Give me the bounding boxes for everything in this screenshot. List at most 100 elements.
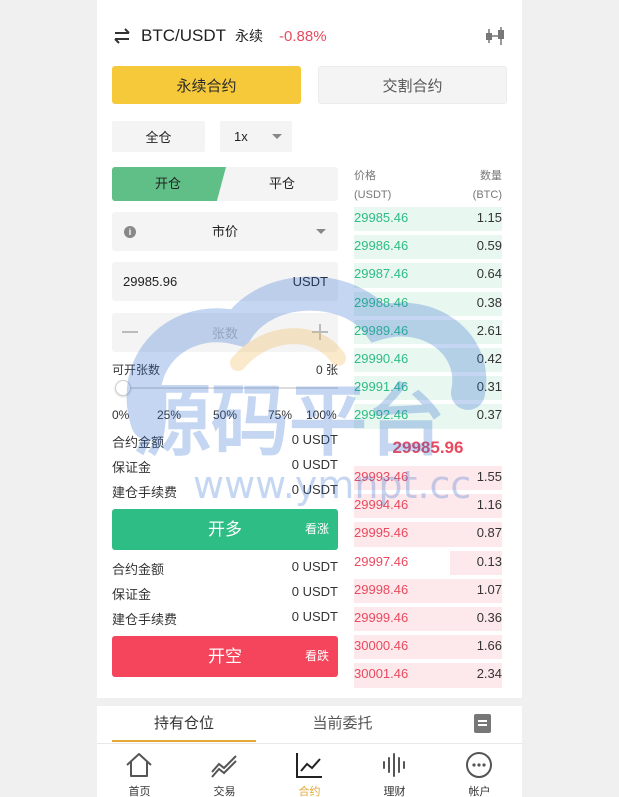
document-icon[interactable]: [474, 714, 491, 733]
orderbook-row[interactable]: 30001.46 2.34: [354, 659, 502, 688]
order-qty: 1.07: [476, 581, 502, 597]
quantity-input[interactable]: [152, 322, 298, 344]
orderbook-row[interactable]: 29989.46 2.61: [354, 316, 502, 344]
order-price: 29988.46: [354, 294, 409, 310]
order-type-select[interactable]: i 市价: [112, 212, 338, 251]
market-header: BTC/USDT 永续 -0.88%: [112, 22, 512, 50]
long-margin-row: 保证金 0 USDT: [112, 457, 338, 475]
orderbook-row[interactable]: 29988.46 0.38: [354, 288, 502, 316]
swap-arrows-icon[interactable]: [112, 26, 132, 46]
info-value: 0 USDT: [291, 584, 338, 599]
orderbook-row[interactable]: 29994.46 1.16: [354, 490, 502, 519]
available-label: 可开张数: [112, 363, 161, 377]
open-short-button[interactable]: 开空 看跌: [112, 636, 338, 677]
leverage-select[interactable]: 1x: [220, 121, 292, 152]
tabbar-label: 首页: [128, 786, 151, 797]
order-price: 29994.46: [354, 497, 409, 513]
tabbar-item-trade[interactable]: 交易: [182, 744, 267, 797]
tab-close-position[interactable]: 平仓: [226, 167, 338, 201]
tabbar-item-account[interactable]: 帐户: [437, 744, 522, 797]
price-field[interactable]: 29985.96 USDT: [112, 262, 338, 301]
percent-mark[interactable]: 25%: [157, 408, 181, 422]
order-price: 29993.46: [354, 469, 409, 484]
home-icon: [126, 753, 152, 777]
order-price: 29990.46: [354, 350, 409, 366]
finance-icon: [383, 753, 405, 777]
orderbook-row[interactable]: 29985.46 1.15: [354, 203, 502, 232]
percent-marks: 0% 25% 50% 75% 100%: [112, 408, 338, 422]
minus-icon[interactable]: [122, 331, 138, 333]
bullish-hint: 看涨: [304, 522, 329, 536]
tabbar-label: 交易: [213, 786, 236, 797]
short-fee-row: 建仓手续费 0 USDT: [112, 609, 338, 627]
info-value: 0 USDT: [291, 609, 338, 624]
tab-current-orders[interactable]: 当前委托: [270, 714, 415, 742]
orderbook-row[interactable]: 30000.46 1.66: [354, 631, 502, 660]
info-value: 0 USDT: [291, 457, 338, 472]
info-label: 合约金额: [112, 562, 165, 577]
order-qty: 2.34: [476, 666, 502, 682]
orderbook-row[interactable]: 29993.46 1.55: [354, 462, 502, 491]
order-qty: 1.66: [476, 638, 502, 654]
bearish-hint: 看跌: [304, 649, 329, 663]
order-qty: 0.42: [476, 350, 502, 366]
amount-slider[interactable]: [112, 380, 338, 396]
orderbook-row[interactable]: 29999.46 0.36: [354, 603, 502, 632]
orderbook-row[interactable]: 29992.46 0.37: [354, 400, 502, 429]
tab-delivery-contract[interactable]: 交割合约: [318, 66, 507, 104]
orderbook-row[interactable]: 29990.46 0.42: [354, 344, 502, 373]
chevron-down-icon: [272, 134, 282, 139]
orderbook-row[interactable]: 29991.46 0.31: [354, 372, 502, 401]
plus-icon[interactable]: [312, 324, 328, 340]
account-icon: [466, 752, 492, 778]
margin-mode-button[interactable]: 全仓: [112, 121, 205, 152]
order-price: 30001.46: [354, 666, 409, 682]
tab-holding-positions[interactable]: 持有仓位: [112, 714, 256, 742]
info-label: 建仓手续费: [112, 612, 178, 627]
tabbar-label: 合约: [298, 786, 321, 797]
order-type-value: 市价: [211, 224, 238, 239]
qty-column-header: 数量: [480, 170, 502, 182]
tabbar-item-finance[interactable]: 理财: [352, 744, 437, 797]
order-price: 29999.46: [354, 609, 409, 625]
available-value: 0 张: [315, 363, 338, 377]
tabbar-item-contract[interactable]: 合约: [267, 744, 352, 797]
order-qty: 1.15: [476, 210, 502, 225]
short-margin-row: 保证金 0 USDT: [112, 584, 338, 602]
contract-type-label: 永续: [235, 28, 263, 44]
orderbook-row[interactable]: 29987.46 0.64: [354, 259, 502, 288]
info-label: 建仓手续费: [112, 485, 178, 500]
tabbar-item-home[interactable]: 首页: [97, 744, 182, 797]
orderbook-row[interactable]: 29995.46 0.87: [354, 518, 502, 547]
orderbook-sell-list: 29993.46 1.55 29994.46 1.16 29995.46 0.87 2…: [354, 462, 502, 688]
orderbook-row[interactable]: 29998.46 1.07: [354, 575, 502, 603]
order-price: 30000.46: [354, 638, 409, 654]
orderbook-row[interactable]: 29986.46 0.59: [354, 231, 502, 260]
percent-mark[interactable]: 50%: [213, 408, 237, 422]
slider-track[interactable]: [122, 387, 338, 389]
info-value: 0 USDT: [291, 559, 338, 574]
order-price: 29986.46: [354, 238, 409, 254]
tabbar-label: 理财: [383, 786, 406, 797]
percent-mark[interactable]: 75%: [268, 408, 292, 422]
info-value: 0 USDT: [291, 482, 338, 497]
candlestick-chart-icon[interactable]: [484, 26, 508, 46]
order-qty: 0.31: [476, 379, 502, 395]
info-label: 保证金: [112, 587, 152, 602]
order-qty: 0.87: [476, 525, 502, 541]
leverage-value: 1x: [234, 129, 248, 144]
contract-icon: [296, 753, 322, 778]
symbol-label[interactable]: BTC/USDT: [141, 26, 226, 46]
tab-perpetual-contract[interactable]: 永续合约: [112, 66, 301, 104]
order-qty: 0.38: [476, 294, 502, 310]
percent-mark[interactable]: 0%: [112, 408, 129, 422]
tab-open-position[interactable]: 开仓: [112, 167, 224, 201]
slider-handle[interactable]: [115, 380, 131, 396]
percent-mark[interactable]: 100%: [306, 408, 337, 422]
trade-icon: [211, 755, 237, 778]
order-price: 29985.46: [354, 210, 409, 225]
price-column-header: 价格: [354, 170, 376, 182]
order-price: 29997.46: [354, 553, 409, 569]
orderbook-row[interactable]: 29997.46 0.13: [354, 547, 502, 575]
open-long-button[interactable]: 开多 看涨: [112, 509, 338, 550]
